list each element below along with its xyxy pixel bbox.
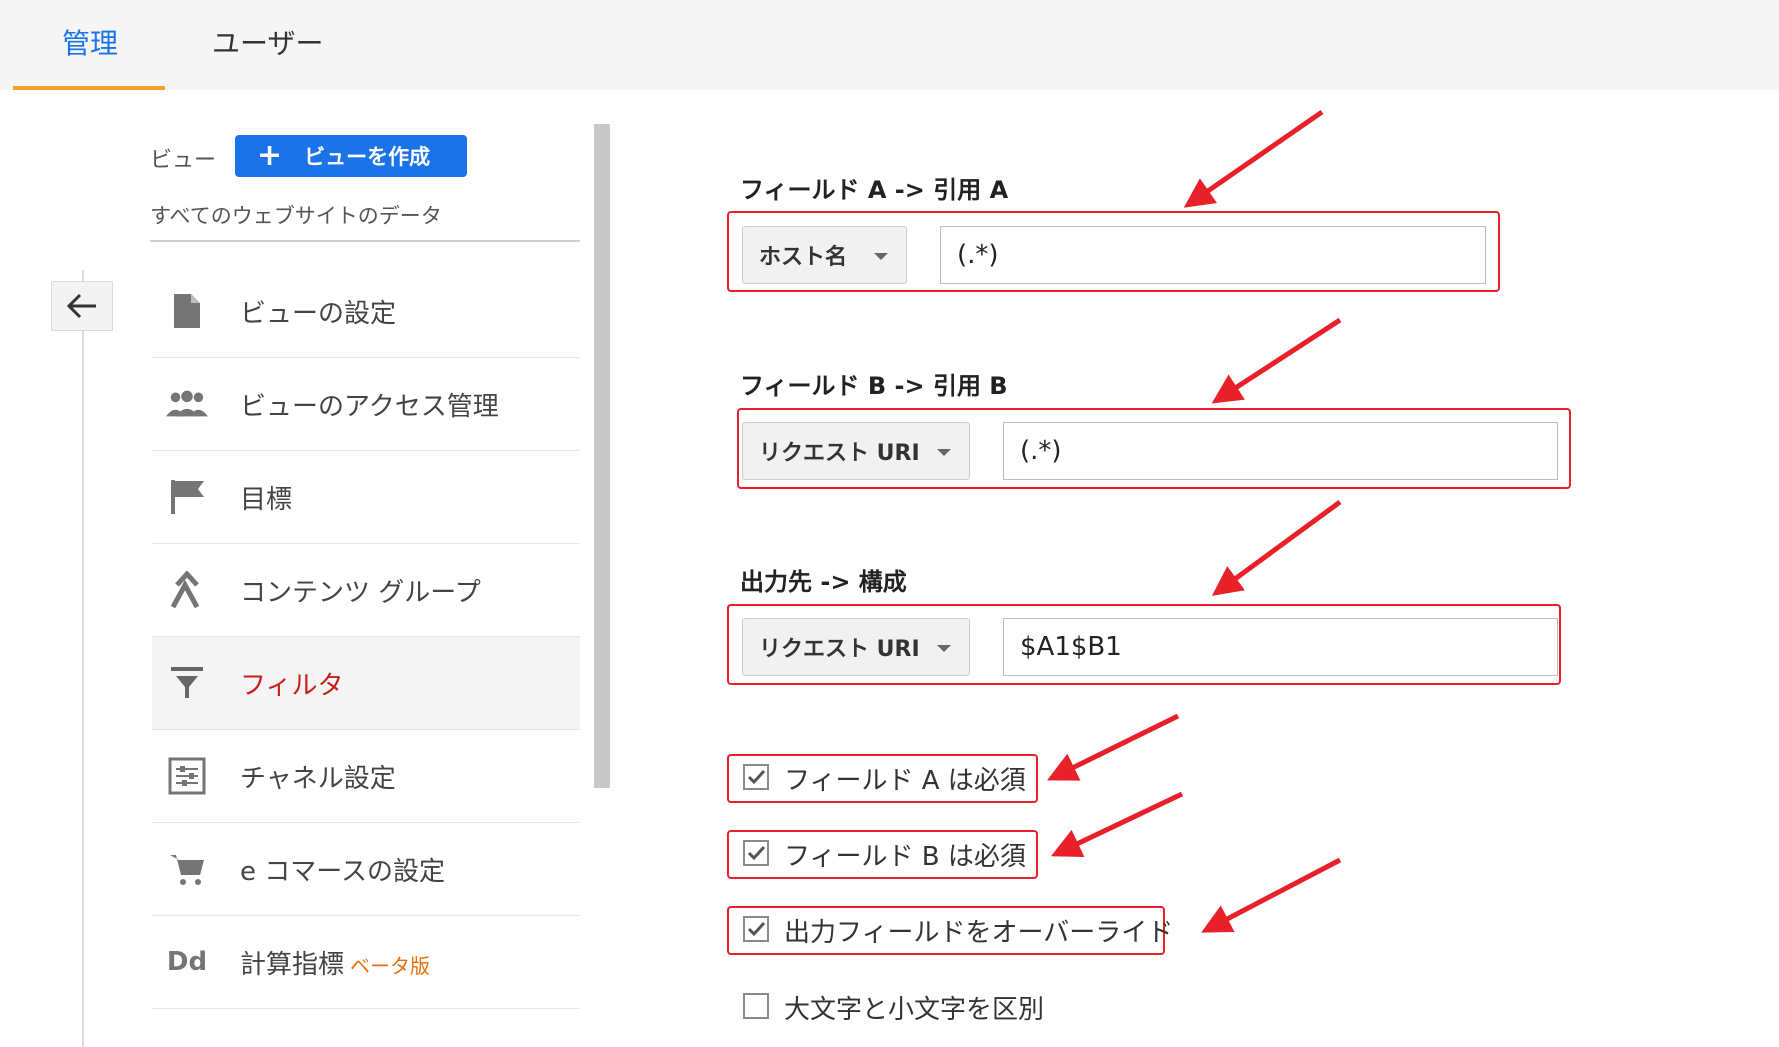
sidebar-scrollbar[interactable] bbox=[594, 124, 610, 788]
dd-icon: Dd bbox=[166, 947, 208, 977]
sidebar-item-label: 目標 bbox=[240, 484, 293, 515]
tab-admin[interactable]: 管理 bbox=[62, 22, 118, 62]
filter-icon bbox=[166, 662, 208, 704]
tree-line bbox=[82, 270, 84, 1047]
tab-user[interactable]: ユーザー bbox=[212, 22, 323, 62]
field-a-required-checkbox[interactable] bbox=[743, 764, 769, 790]
output-dropdown[interactable]: リクエスト URI bbox=[742, 618, 970, 676]
field-a-dropdown-value: ホスト名 bbox=[759, 245, 848, 270]
output-title: 出力先 -> 構成 bbox=[740, 568, 907, 596]
check-icon bbox=[747, 769, 766, 785]
field-b-dropdown[interactable]: リクエスト URI bbox=[742, 422, 970, 480]
view-selector[interactable]: すべてのウェブサイトのデータ bbox=[150, 200, 442, 230]
sidebar-item-goals[interactable]: 目標 bbox=[152, 451, 580, 544]
arrow-icon bbox=[1183, 109, 1324, 208]
sidebar-item-label: フィルタ bbox=[240, 670, 344, 701]
beta-badge: ベータ版 bbox=[350, 953, 431, 978]
view-label: ビュー bbox=[150, 148, 217, 173]
check-icon bbox=[747, 845, 766, 861]
flag-icon bbox=[166, 476, 208, 518]
field-b-required-label: フィールド B は必須 bbox=[784, 842, 1026, 872]
arrow-icon bbox=[1201, 857, 1342, 933]
check-icon bbox=[747, 921, 766, 937]
sidebar-item-label: 計算指標 ベータ版 bbox=[240, 949, 431, 980]
field-a-dropdown[interactable]: ホスト名 bbox=[742, 226, 907, 284]
content-group-icon bbox=[166, 569, 208, 611]
sidebar-item-calculated-metrics[interactable]: Dd 計算指標 ベータ版 bbox=[152, 916, 580, 1009]
sidebar-item-label: コンテンツ グループ bbox=[240, 577, 481, 608]
sidebar-item-access-management[interactable]: ビューのアクセス管理 bbox=[152, 358, 580, 451]
arrow-left-icon bbox=[66, 293, 96, 319]
sidebar-item-channel-settings[interactable]: チャネル設定 bbox=[152, 730, 580, 823]
field-b-required-checkbox[interactable] bbox=[743, 840, 769, 866]
sidebar-item-view-settings[interactable]: ビューの設定 bbox=[152, 265, 580, 358]
field-a-input[interactable]: (.*) bbox=[940, 226, 1486, 284]
override-output-checkbox[interactable] bbox=[743, 916, 769, 942]
active-tab-indicator bbox=[13, 86, 165, 90]
sidebar-item-label: ビューのアクセス管理 bbox=[240, 391, 499, 422]
field-a-required-label: フィールド A は必須 bbox=[784, 766, 1026, 796]
plus-icon: + bbox=[257, 138, 283, 173]
create-view-label: ビューを作成 bbox=[304, 145, 431, 169]
sidebar-item-content-groups[interactable]: コンテンツ グループ bbox=[152, 544, 580, 637]
arrow-icon bbox=[1211, 499, 1342, 596]
case-sensitive-checkbox[interactable] bbox=[743, 993, 769, 1019]
field-b-title: フィールド B -> 引用 B bbox=[740, 372, 1008, 400]
arrow-icon bbox=[1050, 791, 1184, 857]
sidebar-item-filters[interactable]: フィルタ bbox=[152, 637, 580, 730]
output-dropdown-value: リクエスト URI bbox=[759, 637, 920, 662]
field-b-dropdown-value: リクエスト URI bbox=[759, 441, 920, 466]
caret-down-icon bbox=[874, 253, 888, 260]
sidebar-item-label: チャネル設定 bbox=[240, 763, 396, 794]
arrow-icon bbox=[1211, 317, 1342, 404]
caret-down-icon bbox=[937, 449, 951, 456]
cart-icon bbox=[166, 848, 208, 890]
caret-down-icon bbox=[937, 645, 951, 652]
field-a-title: フィールド A -> 引用 A bbox=[740, 176, 1009, 204]
case-sensitive-label: 大文字と小文字を区別 bbox=[784, 995, 1045, 1025]
arrow-icon bbox=[1047, 713, 1180, 781]
sidebar-item-ecommerce[interactable]: e コマースの設定 bbox=[152, 823, 580, 916]
create-view-button[interactable]: + ビューを作成 bbox=[235, 135, 467, 177]
override-output-label: 出力フィールドをオーバーライド bbox=[784, 918, 1174, 948]
sidebar-item-label: ビューの設定 bbox=[240, 298, 397, 329]
channel-settings-icon bbox=[166, 755, 208, 797]
view-divider bbox=[150, 240, 580, 242]
sidebar-item-label: e コマースの設定 bbox=[240, 856, 445, 887]
field-b-input[interactable]: (.*) bbox=[1003, 422, 1558, 480]
back-button[interactable] bbox=[51, 281, 113, 331]
output-input[interactable]: $A1$B1 bbox=[1003, 618, 1558, 676]
people-icon bbox=[166, 383, 208, 425]
document-icon bbox=[166, 290, 208, 332]
